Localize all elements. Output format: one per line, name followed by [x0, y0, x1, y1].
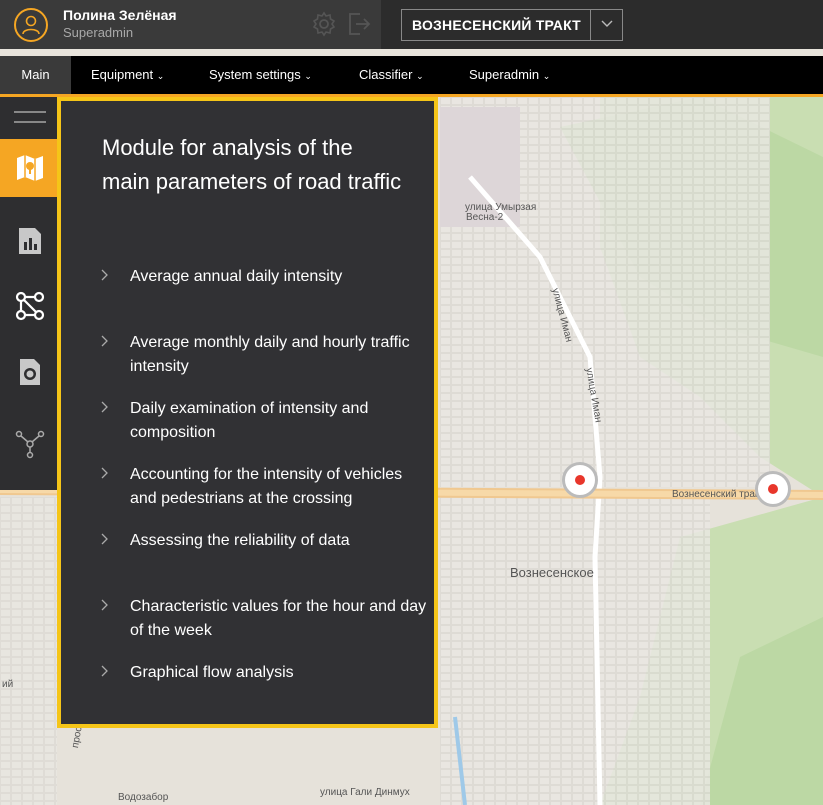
- sidebar-item-routes[interactable]: [0, 277, 57, 335]
- user-name: Полина Зелёная: [63, 7, 177, 23]
- sidebar-item-devices[interactable]: [0, 343, 57, 401]
- chevron-down-icon: ⌄: [416, 71, 424, 81]
- chevron-right-icon: [101, 467, 108, 479]
- network-icon: [15, 430, 45, 459]
- hamburger-icon[interactable]: [14, 111, 46, 125]
- logout-icon: [349, 13, 371, 35]
- logout-button[interactable]: [346, 11, 372, 42]
- bar-chart-icon: [19, 228, 41, 254]
- chevron-down-icon: ⌄: [156, 71, 165, 81]
- module-dropdown-panel: Module for analysis of the main paramete…: [57, 97, 438, 728]
- hamburger-line: [14, 111, 46, 113]
- nav-system-settings-label: System settings: [209, 67, 301, 82]
- menu-item-label: Assessing the reliability of data: [130, 532, 350, 549]
- avatar[interactable]: [14, 8, 48, 42]
- nav-superadmin[interactable]: Superadmin ⌄: [469, 56, 550, 94]
- avatar-icon: [22, 15, 40, 35]
- map-label-voznesenskoe: Вознесенское: [510, 565, 594, 580]
- user-block: Полина Зелёная Superadmin: [0, 0, 381, 49]
- nav-main[interactable]: Main: [0, 56, 71, 94]
- graph-nodes-icon: [15, 291, 45, 321]
- menu-item-label: Graphical flow analysis: [130, 664, 294, 681]
- region-selected: ВОЗНЕСЕНСКИЙ ТРАКТ: [412, 17, 581, 33]
- nav-classifier-label: Classifier: [359, 67, 413, 82]
- region-divider: [590, 10, 591, 40]
- chevron-down-icon: ⌄: [542, 71, 551, 81]
- chevron-right-icon: [101, 401, 108, 413]
- chevron-right-icon: [101, 269, 108, 281]
- nav-system-settings[interactable]: System settings ⌄: [209, 56, 312, 94]
- menu-item-label: Accounting for the intensity of vehicles…: [130, 466, 403, 507]
- menu-item-label: Characteristic values for the hour and d…: [130, 598, 427, 639]
- settings-button[interactable]: [311, 11, 337, 42]
- menu-item-label: Daily examination of intensity and compo…: [130, 400, 369, 441]
- user-role: Superadmin: [63, 25, 134, 40]
- chevron-right-icon: [101, 599, 108, 611]
- map-label-vodozabor: Водозабор: [118, 792, 169, 803]
- chevron-down-icon: [601, 20, 613, 27]
- menu-item-label: Average monthly daily and hourly traffic…: [130, 334, 410, 375]
- chevron-right-icon: [101, 533, 108, 545]
- sidebar: [0, 97, 57, 490]
- map-marker-1[interactable]: [562, 462, 598, 498]
- nav-superadmin-label: Superadmin: [469, 67, 540, 82]
- app-header: Полина Зелёная Superadmin ВОЗНЕСЕНСКИЙ Т…: [0, 0, 823, 49]
- nav-classifier[interactable]: Classifier ⌄: [359, 56, 424, 94]
- map-label-street-gali: улица Гали Динмух: [320, 787, 410, 798]
- sidebar-item-analytics[interactable]: [0, 212, 57, 270]
- map-label-fragment: ий: [2, 679, 14, 690]
- menu-item-label: Average annual daily intensity: [130, 268, 343, 285]
- nav-equipment-label: Equipment: [91, 67, 154, 82]
- nav-equipment[interactable]: Equipment ⌄: [91, 56, 164, 94]
- main-nav: Main Equipment ⌄ System settings ⌄ Class…: [0, 56, 823, 94]
- map-icon: [17, 155, 43, 181]
- hamburger-line: [14, 121, 46, 123]
- map-label-voznesensky-trakt: Вознесенский тракт: [672, 489, 764, 500]
- gear-icon: [312, 11, 336, 37]
- region-select[interactable]: ВОЗНЕСЕНСКИЙ ТРАКТ: [401, 9, 623, 41]
- chevron-right-icon: [101, 335, 108, 347]
- nav-main-label: Main: [21, 67, 50, 82]
- map-marker-2[interactable]: [755, 471, 791, 507]
- sidebar-item-map[interactable]: [0, 139, 57, 197]
- sim-card-icon: [20, 359, 40, 385]
- panel-title: Module for analysis of the main paramete…: [102, 135, 402, 194]
- chevron-down-icon: ⌄: [304, 71, 312, 81]
- sidebar-item-network[interactable]: [0, 415, 57, 473]
- map-label-vesna-2: Весна-2: [466, 212, 504, 223]
- chevron-right-icon: [101, 665, 108, 677]
